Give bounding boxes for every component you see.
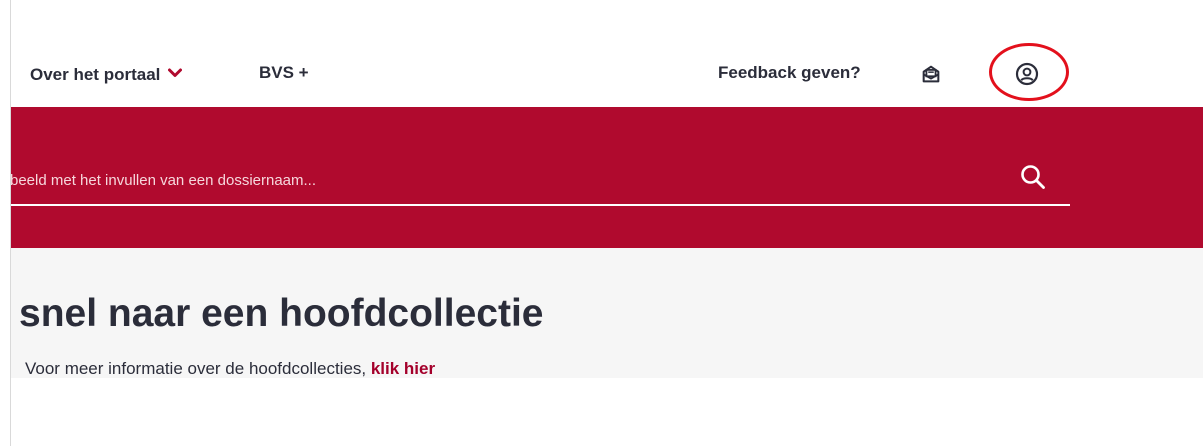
mail-inbox-icon[interactable] xyxy=(917,60,945,88)
nav-bvs[interactable]: BVS + xyxy=(259,63,309,83)
page-title: snel naar een hoofdcollectie xyxy=(19,292,544,335)
search-banner xyxy=(11,107,1203,248)
info-line: Voor meer informatie over de hoofdcollec… xyxy=(25,359,435,379)
highlight-annotation-circle xyxy=(989,43,1069,101)
search-input[interactable] xyxy=(11,160,1011,200)
search-underline xyxy=(11,204,1070,206)
nav-over-label: Over het portaal xyxy=(30,65,161,84)
page: Over het portaal BVS + Feedback geven? r… xyxy=(0,0,1203,446)
feedback-link[interactable]: Feedback geven? xyxy=(718,63,861,83)
chevron-down-icon[interactable] xyxy=(168,63,183,83)
info-text: Voor meer informatie over de hoofdcollec… xyxy=(25,359,371,378)
klik-hier-link[interactable]: klik hier xyxy=(371,359,435,378)
main-content: snel naar een hoofdcollectie Voor meer i… xyxy=(11,248,1203,378)
nav-over-het-portaal[interactable]: Over het portaal xyxy=(30,63,183,85)
search-icon[interactable] xyxy=(1019,163,1047,191)
